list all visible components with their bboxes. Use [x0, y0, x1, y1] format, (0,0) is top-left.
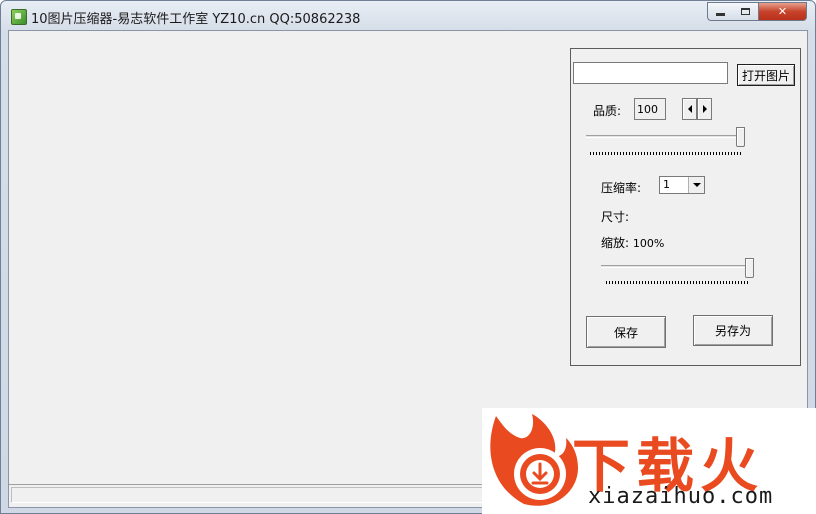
compression-dropdown-button[interactable] — [688, 177, 704, 193]
close-button[interactable]: ✕ — [759, 2, 807, 21]
save-button[interactable]: 保存 — [586, 316, 666, 348]
minimize-icon — [715, 13, 725, 16]
close-icon: ✕ — [777, 5, 788, 18]
zoom-slider-thumb[interactable] — [745, 258, 754, 278]
title-bar[interactable]: 10图片压缩器-易志软件工作室 YZ10.cn QQ:50862238 ✕ — [1, 1, 815, 31]
watermark-url: xiazaihuo.com — [588, 484, 774, 509]
maximize-button[interactable] — [732, 2, 759, 21]
maximize-icon — [740, 8, 750, 15]
file-path-input[interactable] — [573, 62, 728, 84]
compression-label: 压缩率: — [601, 181, 642, 195]
watermark: 下载火 xiazaihuo.com — [482, 408, 816, 514]
chevron-down-icon — [692, 183, 701, 187]
quality-slider-track — [586, 135, 742, 138]
zoom-slider-ticks — [606, 281, 748, 284]
app-icon[interactable] — [11, 9, 27, 25]
zoom-row: 缩放: 100% — [601, 234, 664, 251]
zoom-label: 缩放: — [601, 236, 630, 250]
quality-slider-ticks — [590, 152, 741, 155]
quality-decrease-button[interactable] — [682, 98, 697, 120]
zoom-value: 100% — [632, 237, 665, 250]
open-image-button[interactable]: 打开图片 — [737, 64, 795, 86]
minimize-button[interactable] — [707, 2, 733, 21]
quality-slider-thumb[interactable] — [736, 127, 745, 147]
quality-value-field[interactable]: 100 — [634, 98, 666, 120]
quality-increase-button[interactable] — [697, 98, 712, 120]
save-as-button[interactable]: 另存为 — [693, 315, 773, 346]
size-label: 尺寸: — [601, 210, 630, 224]
arrow-right-icon — [702, 105, 707, 113]
arrow-left-icon — [687, 105, 692, 113]
window-title: 10图片压缩器-易志软件工作室 YZ10.cn QQ:50862238 — [31, 12, 361, 27]
quality-label: 品质: — [593, 104, 622, 118]
zoom-slider-track — [601, 265, 751, 268]
